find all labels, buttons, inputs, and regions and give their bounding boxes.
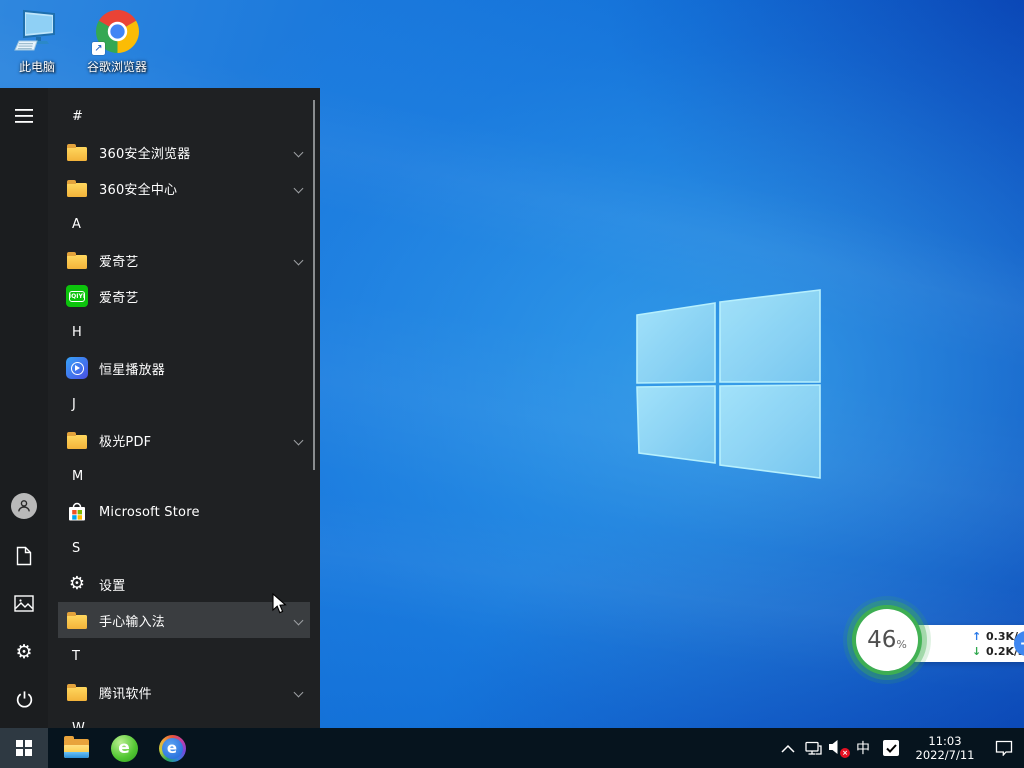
volume-muted-icon: × [828,739,848,757]
memory-usage-ball[interactable]: 46 % [856,609,918,671]
action-center-icon [995,740,1013,756]
taskbar: e e × [0,728,1024,768]
this-pc-icon [13,6,61,56]
app-list-item-iqiyi[interactable]: IQIYI 爱奇艺 [58,278,310,314]
chrome-icon: ↗ [93,6,141,56]
chevron-down-icon [294,256,304,266]
start-button[interactable] [0,728,48,768]
percent-sign: % [896,638,906,651]
file-explorer-icon [64,739,89,758]
windows-logo-icon [16,740,32,756]
star-player-icon [66,357,88,379]
hamburger-menu-button[interactable] [0,96,48,136]
tray-clock[interactable]: 11:03 2022/7/11 [906,734,984,762]
shortcut-arrow-icon: ↗ [92,42,105,55]
chevron-down-icon [294,688,304,698]
power-icon [15,690,34,709]
start-menu-rail: ⚙ [0,88,48,728]
settings-button[interactable]: ⚙ [0,632,48,672]
app-list-section-header[interactable]: J [58,386,310,422]
pictures-button[interactable] [0,583,48,623]
folder-icon [66,681,88,703]
rainbow-e-browser-icon: e [159,735,186,762]
iqiyi-icon: IQIYI [66,285,88,307]
app-list-folder-tencent[interactable]: 腾讯软件 [58,674,310,710]
app-list-section-header[interactable]: W [58,710,310,728]
clock-time: 11:03 [906,734,984,748]
gear-icon: ⚙ [15,643,32,662]
desktop-icon-label: 谷歌浏览器 [87,58,147,75]
app-list-section-header[interactable]: # [58,98,310,134]
settings-gear-icon: ⚙ [66,573,88,595]
action-center-button[interactable] [984,728,1024,768]
tray-volume-button[interactable]: × [826,728,850,768]
start-menu-scrollbar[interactable] [313,100,315,470]
clock-date: 2022/7/11 [906,748,984,762]
taskbar-file-explorer-button[interactable] [54,728,98,768]
app-list-section-header[interactable]: S [58,530,310,566]
chevron-down-icon [294,148,304,158]
chevron-down-icon [294,184,304,194]
chevron-up-icon [781,744,795,753]
documents-button[interactable] [0,536,48,576]
taskbar-browser-button[interactable]: e [150,728,194,768]
desktop-icon-chrome[interactable]: ↗ 谷歌浏览器 [81,6,153,75]
ime-chinese-label: 中 [856,738,870,758]
windows-wallpaper-logo-icon [633,288,825,484]
folder-icon [66,609,88,631]
system-tray: × 中 11:03 2022/7/11 [776,728,1024,768]
desktop-icon-label: 此电脑 [19,58,55,75]
desktop-icon-this-pc[interactable]: 此电脑 [1,6,73,75]
network-icon [805,741,822,756]
user-avatar-icon [11,493,37,519]
chevron-down-icon [294,436,304,446]
app-list-folder-jiguang-pdf[interactable]: 极光PDF [58,422,310,458]
tray-ime-indicator[interactable]: 中 [850,728,876,768]
app-list-folder-360-center[interactable]: 360安全中心 [58,170,310,206]
folder-icon [66,249,88,271]
taskbar-360-browser-button[interactable]: e [102,728,146,768]
desktop-screen: 此电脑 ↗ 谷歌浏览器 [0,0,1024,768]
app-list-item-star-player[interactable]: 恒星播放器 [58,350,310,386]
tray-network-button[interactable] [800,728,826,768]
user-account-button[interactable] [0,486,48,526]
power-button[interactable] [0,679,48,719]
app-list-folder-360-browser[interactable]: 360安全浏览器 [58,134,310,170]
document-icon [15,546,33,566]
folder-icon [66,177,88,199]
start-menu-app-list: # 360安全浏览器 360安全中心 A 爱奇艺 IQIYI 爱奇艺 H [48,88,320,728]
folder-icon [66,141,88,163]
chevron-down-icon [294,616,304,626]
app-list-section-header[interactable]: A [58,206,310,242]
app-list-item-microsoft-store[interactable]: Microsoft Store [58,494,310,530]
upload-arrow-icon: ↑ [972,630,986,643]
microsoft-store-icon [66,501,88,523]
tray-show-hidden-icons-button[interactable] [776,728,800,768]
app-list-section-header[interactable]: T [58,638,310,674]
memory-percent-value: 46 [867,627,896,653]
app-list-section-header[interactable]: H [58,314,310,350]
app-list-section-header[interactable]: M [58,458,310,494]
start-menu: ⚙ # 360安全浏览器 360安全中心 A 爱奇艺 IQIYI [0,88,320,728]
folder-icon [66,429,88,451]
360-browser-icon: e [111,735,138,762]
tray-security-button[interactable] [876,728,906,768]
checkmark-badge-icon [883,740,899,756]
plus-icon: + [1019,634,1024,654]
mouse-cursor [272,593,287,615]
download-arrow-icon: ↓ [972,645,986,658]
pictures-icon [14,595,34,612]
app-list-folder-iqiyi[interactable]: 爱奇艺 [58,242,310,278]
